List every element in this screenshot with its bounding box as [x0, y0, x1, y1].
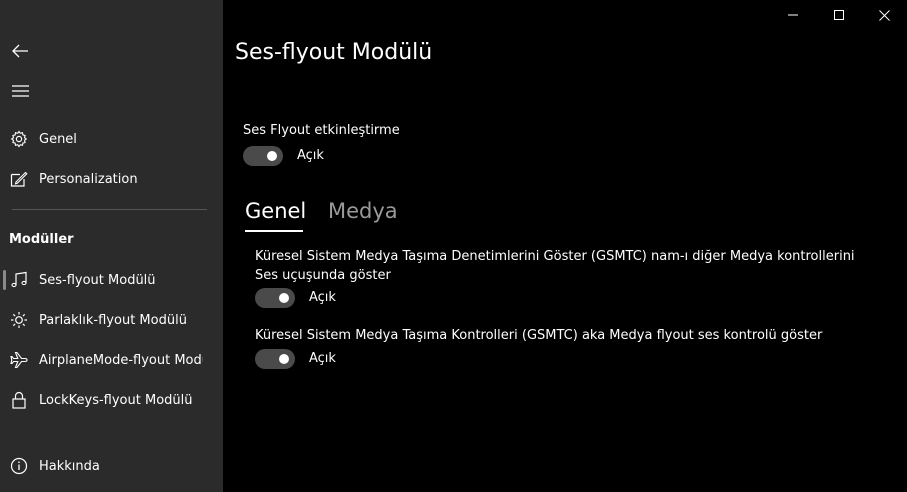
minimize-icon — [788, 14, 798, 16]
sidebar-item-label: AirplaneMode-flyout Modülü — [39, 352, 203, 368]
gsmtc-setting-label: Küresel Sistem Medya Taşıma Denetimlerin… — [255, 249, 855, 283]
tab-genel[interactable]: Genel — [245, 199, 306, 223]
tab-medya[interactable]: Medya — [328, 199, 398, 223]
sidebar-section-header: Modüller — [9, 232, 74, 247]
sidebar-item-hakkinda[interactable]: Hakkında — [0, 446, 223, 486]
sidebar-item-ses-flyout[interactable]: Ses-flyout Modülü — [0, 260, 223, 300]
gsmtc-flyout-setting-label: Küresel Sistem Medya Taşıma Kontrolleri … — [255, 328, 823, 343]
music-note-icon — [10, 271, 28, 289]
gsmtc-toggle-state: Açık — [309, 290, 336, 305]
back-button[interactable] — [0, 31, 40, 71]
close-icon — [878, 9, 890, 21]
sidebar-item-parlaklik-flyout[interactable]: Parlaklık-flyout Modülü — [0, 300, 223, 340]
sidebar-divider — [12, 209, 207, 210]
lock-icon — [10, 391, 28, 409]
close-button[interactable] — [861, 0, 907, 30]
brightness-icon — [10, 311, 28, 329]
sidebar-item-label: Parlaklık-flyout Modülü — [39, 312, 187, 328]
menu-toggle-button[interactable] — [0, 71, 40, 111]
gear-icon — [10, 130, 28, 148]
maximize-icon — [834, 10, 844, 20]
pen-window-icon — [10, 170, 28, 188]
enable-setting-label: Ses Flyout etkinleştirme — [243, 123, 400, 138]
enable-toggle-state: Açık — [297, 148, 324, 163]
tab-selected-indicator — [245, 230, 303, 232]
sidebar-item-personalization[interactable]: Personalization — [0, 159, 223, 199]
gsmtc-flyout-toggle-state: Açık — [309, 351, 336, 366]
enable-toggle[interactable] — [243, 146, 283, 166]
navigation-pane: Genel Personalization Modüller Ses-flyou… — [0, 0, 223, 492]
sidebar-item-label: LockKeys-flyout Modülü — [39, 392, 193, 408]
sidebar-item-lockkeys-flyout[interactable]: LockKeys-flyout Modülü — [0, 380, 223, 420]
sidebar-item-label: Hakkında — [39, 458, 100, 474]
sidebar-item-label: Genel — [39, 131, 77, 147]
sidebar-item-airplanemode-flyout[interactable]: AirplaneMode-flyout Modülü — [0, 340, 223, 380]
back-arrow-icon — [12, 44, 28, 58]
sidebar-item-label: Personalization — [39, 171, 138, 187]
gsmtc-flyout-toggle[interactable] — [255, 349, 295, 369]
sidebar-item-label: Ses-flyout Modülü — [39, 272, 156, 288]
minimize-button[interactable] — [770, 0, 816, 30]
info-icon — [10, 457, 28, 475]
gsmtc-toggle[interactable] — [255, 288, 295, 308]
maximize-button[interactable] — [816, 0, 862, 30]
page-title: Ses-flyout Modülü — [235, 40, 433, 65]
airplane-icon — [10, 351, 28, 369]
hamburger-icon — [11, 85, 29, 97]
sidebar-item-genel[interactable]: Genel — [0, 119, 223, 159]
